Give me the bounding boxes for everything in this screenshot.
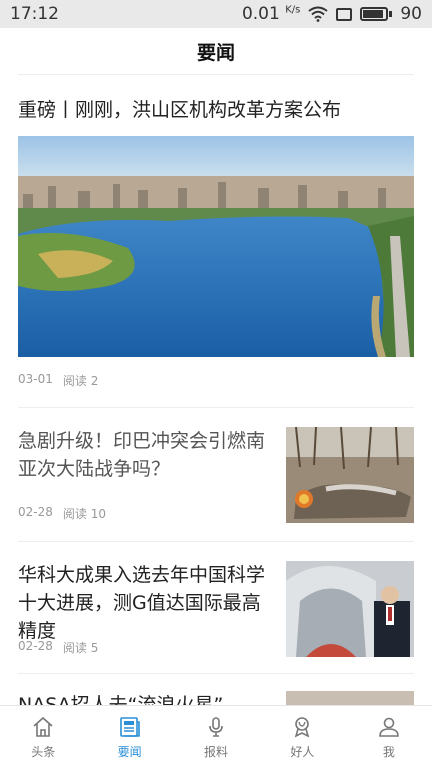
article-card[interactable]: 急剧升级！印巴冲突会引燃南亚次大陆战争吗？ 02-28 阅读 10 [18,427,414,523]
network-speed-unit: K/s [285,4,301,16]
article-reads: 阅读 2 [62,374,99,388]
article-title[interactable]: 华科大成果入选去年中国科学十大进展，测G值达国际最高精度 [18,561,270,645]
home-icon [33,716,53,737]
title-bar: 要闻 [0,28,432,74]
divider [18,673,414,674]
article-title[interactable]: 重磅丨刚刚，洪山区机构改革方案公布 [18,95,341,122]
wifi-icon [308,6,328,22]
tab-label: 要闻 [117,744,142,759]
newspaper-icon [119,716,140,737]
network-speed-value: 0.01 [241,4,280,24]
bottom-tab-bar: 头条 要闻 报料 好人 我 [0,705,432,768]
article-date: 02-28 [18,639,53,653]
microphone-icon [209,716,223,737]
tab-headlines[interactable]: 头条 [0,706,86,768]
divider [18,541,414,542]
tab-good-people[interactable]: 好人 [259,706,345,768]
divider [18,407,414,408]
article-date: 02-28 [18,505,53,519]
page-title: 要闻 [196,41,235,64]
status-time: 17:12 [10,4,59,24]
article-title[interactable]: 急剧升级！印巴冲突会引燃南亚次大陆战争吗？ [18,427,270,483]
article-reads: 阅读 5 [62,641,99,655]
tab-report[interactable]: 报料 [173,706,259,768]
news-feed[interactable]: 重磅丨刚刚，洪山区机构改革方案公布 03-01 阅读 2 急剧升级！印巴冲突会引… [0,75,432,705]
tab-news[interactable]: 要闻 [86,706,172,768]
article-thumbnail[interactable] [286,691,414,705]
article-card[interactable]: 华科大成果入选去年中国科学十大进展，测G值达国际最高精度 02-28 阅读 5 [18,561,414,657]
article-thumbnail-lab[interactable] [286,561,414,657]
network-speed: 0.01 K/s [242,4,300,24]
tab-label: 我 [382,744,395,759]
tab-label: 头条 [31,744,56,759]
article-date: 03-01 [18,372,53,386]
award-icon [295,716,310,738]
article-meta: 03-01 阅读 2 [18,372,98,389]
tab-label: 报料 [204,744,229,759]
article-reads: 阅读 10 [62,507,106,521]
tab-me[interactable]: 我 [346,706,432,768]
battery-level: 90 [400,4,422,24]
article-title[interactable]: NASA招人去“流浪火星” [18,691,270,705]
article-image-lake[interactable] [18,136,414,357]
article-card[interactable]: NASA招人去“流浪火星” [18,691,414,705]
tab-label: 好人 [290,744,315,759]
status-bar: 17:12 0.01 K/s 90 [0,0,432,28]
article-thumbnail-wreckage[interactable] [286,427,414,523]
article-meta: 02-28 阅读 5 [18,639,98,656]
article-meta: 02-28 阅读 10 [18,505,106,522]
battery-icon [360,7,393,21]
person-icon [379,717,399,737]
screen-icon [336,7,353,21]
